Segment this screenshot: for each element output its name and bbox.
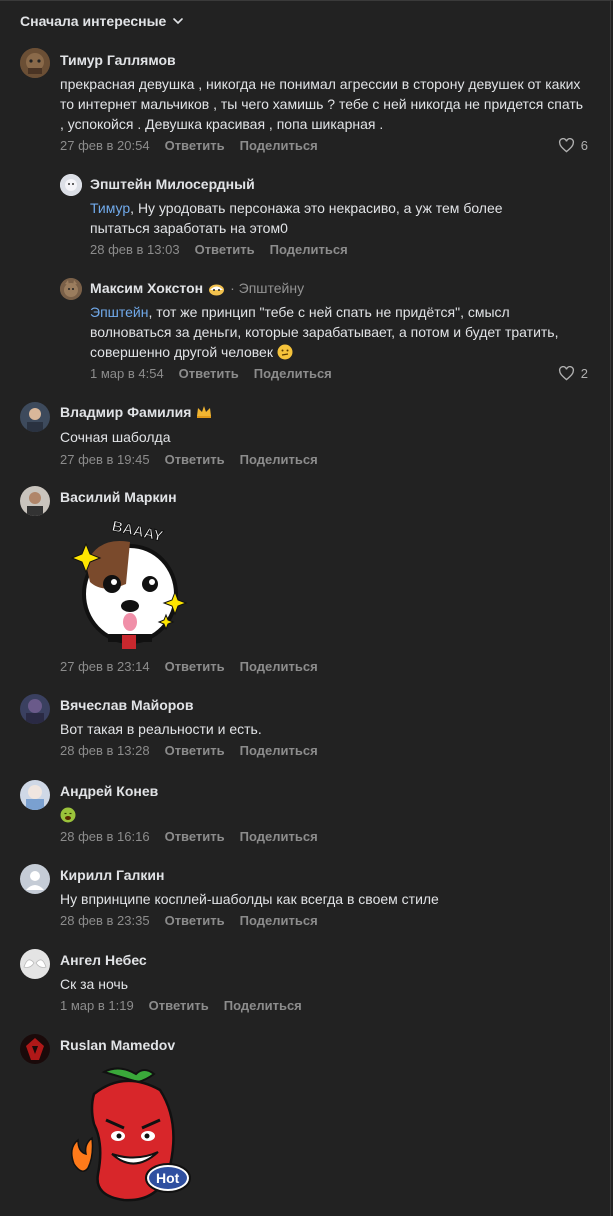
like-count: 6 (580, 138, 588, 153)
avatar[interactable] (20, 694, 50, 724)
comment-author[interactable]: Кирилл Галкин (60, 867, 165, 883)
comment-text: Эпштейн, тот же принцип "тебе с ней спат… (90, 304, 559, 360)
comment-date[interactable]: 28 фев в 13:03 (90, 242, 180, 257)
reply-button[interactable]: Ответить (165, 452, 225, 467)
share-button[interactable]: Поделиться (240, 913, 318, 928)
nauseated-face-emoji-icon (60, 807, 76, 823)
comment: Ruslan Mamedov Hot (0, 1032, 610, 1216)
comment: Тимур Галлямов прекрасная девушка , нико… (0, 46, 610, 166)
comment-meta: 1 мар в 1:19 Ответить Поделиться (60, 998, 302, 1013)
reply-button[interactable]: Ответить (149, 998, 209, 1013)
avatar[interactable] (20, 486, 50, 516)
avatar[interactable] (20, 949, 50, 979)
comment: Владмир Фамилия Сочная шаболда 27 фев в … (0, 400, 610, 470)
comment-meta: 27 фев в 23:14 Ответить Поделиться (60, 659, 318, 674)
comment: Василий Маркин BAAAY 27 фев в 23:14 Отве… (0, 484, 610, 679)
comment-text (60, 805, 590, 825)
reply-button[interactable]: Ответить (195, 242, 255, 257)
comment-author[interactable]: Ruslan Mamedov (60, 1037, 175, 1053)
comment-author[interactable]: Ангел Небес (60, 952, 147, 968)
comment-date[interactable]: 28 фев в 13:28 (60, 743, 150, 758)
heart-icon (558, 138, 574, 153)
like-count: 2 (580, 366, 588, 381)
reply-button[interactable]: Ответить (165, 743, 225, 758)
crown-icon (197, 406, 212, 418)
comment-meta: 28 фев в 13:28 Ответить Поделиться (60, 743, 318, 758)
like-button[interactable]: 2 (558, 366, 588, 381)
comment-meta: 27 фев в 20:54 Ответить Поделиться (60, 138, 318, 153)
comment: Кирилл Галкин Ну впринципе косплей-шабол… (0, 862, 610, 932)
share-button[interactable]: Поделиться (240, 452, 318, 467)
mention-link[interactable]: Тимур (90, 200, 130, 216)
comment-author[interactable]: Вячеслав Майоров (60, 697, 193, 713)
comment-author[interactable]: Василий Маркин (60, 489, 177, 505)
comment-meta: 27 фев в 19:45 Ответить Поделиться (60, 452, 318, 467)
comment-reply: Эпштейн Милосердный Тимур, Ну уродовать … (0, 172, 610, 262)
comment-meta: 1 мар в 4:54 Ответить Поделиться (90, 366, 332, 381)
comment-date[interactable]: 1 мар в 1:19 (60, 998, 134, 1013)
comment-meta: 28 фев в 23:35 Ответить Поделиться (60, 913, 318, 928)
comment-author[interactable]: Тимур Галлямов (60, 52, 176, 68)
mention-link[interactable]: Эпштейн (90, 304, 148, 320)
reply-button[interactable]: Ответить (179, 366, 239, 381)
thinking-emoji-icon (277, 344, 293, 360)
reply-button[interactable]: Ответить (165, 659, 225, 674)
comment-date[interactable]: 27 фев в 19:45 (60, 452, 150, 467)
share-button[interactable]: Поделиться (270, 242, 348, 257)
comment-text: Тимур, Ну уродовать персонажа это некрас… (90, 200, 503, 236)
comment-date[interactable]: 27 фев в 23:14 (60, 659, 150, 674)
comment-date[interactable]: 27 фев в 20:54 (60, 138, 150, 153)
share-button[interactable]: Поделиться (240, 138, 318, 153)
chili-pepper-sticker[interactable]: Hot (64, 1064, 196, 1204)
dog-sticker[interactable]: BAAAY (68, 514, 192, 654)
sticker-caption: Hot (156, 1170, 180, 1186)
share-button[interactable]: Поделиться (240, 659, 318, 674)
avatar[interactable] (60, 174, 82, 196)
share-button[interactable]: Поделиться (240, 829, 318, 844)
comment-text: Сочная шаболда (60, 429, 171, 445)
reply-button[interactable]: Ответить (165, 138, 225, 153)
comment-author[interactable]: Владмир Фамилия (60, 404, 212, 420)
avatar[interactable] (20, 48, 50, 78)
comment-author[interactable]: Андрей Конев (60, 783, 158, 799)
avatar[interactable] (60, 278, 82, 300)
reply-button[interactable]: Ответить (165, 829, 225, 844)
avatar[interactable] (20, 402, 50, 432)
comment: Андрей Конев 28 фев в 16:16 Ответить Под… (0, 778, 610, 848)
share-button[interactable]: Поделиться (240, 743, 318, 758)
comment: Вячеслав Майоров Вот такая в реальности … (0, 692, 610, 762)
comment: Ангел Небес Ск за ночь 1 мар в 1:19 Отве… (0, 947, 610, 1017)
reply-to-label[interactable]: · Эпштейну (230, 280, 304, 296)
comment-meta: 28 фев в 13:03 Ответить Поделиться (90, 242, 348, 257)
avatar[interactable] (20, 780, 50, 810)
comment-text: Ну впринципе косплей-шаболды как всегда … (60, 891, 439, 907)
comment-date[interactable]: 28 фев в 16:16 (60, 829, 150, 844)
comment-date[interactable]: 28 фев в 23:35 (60, 913, 150, 928)
like-button[interactable]: 6 (558, 138, 588, 153)
right-divider (610, 0, 611, 1216)
avatar[interactable] (20, 864, 50, 894)
comment-text: Ск за ночь (60, 976, 129, 992)
comment-author[interactable]: Эпштейн Милосердный (90, 176, 255, 192)
reply-button[interactable]: Ответить (165, 913, 225, 928)
sort-dropdown[interactable]: Сначала интересные (20, 13, 184, 29)
cat-badge-icon (209, 284, 225, 295)
top-divider (0, 0, 613, 1)
share-button[interactable]: Поделиться (254, 366, 332, 381)
comment-author[interactable]: Максим Хокстон · Эпштейну (90, 280, 304, 296)
comment-date[interactable]: 1 мар в 4:54 (90, 366, 164, 381)
comment-meta: 28 фев в 16:16 Ответить Поделиться (60, 829, 318, 844)
comment-reply: Максим Хокстон · Эпштейну Эпштейн, тот ж… (0, 276, 610, 386)
comment-text: прекрасная девушка , никогда не понимал … (60, 76, 584, 132)
avatar[interactable] (20, 1034, 50, 1064)
chevron-down-icon (173, 18, 184, 25)
heart-icon (558, 366, 574, 381)
share-button[interactable]: Поделиться (224, 998, 302, 1013)
sort-label: Сначала интересные (20, 13, 167, 29)
comment-text: Вот такая в реальности и есть. (60, 721, 262, 737)
